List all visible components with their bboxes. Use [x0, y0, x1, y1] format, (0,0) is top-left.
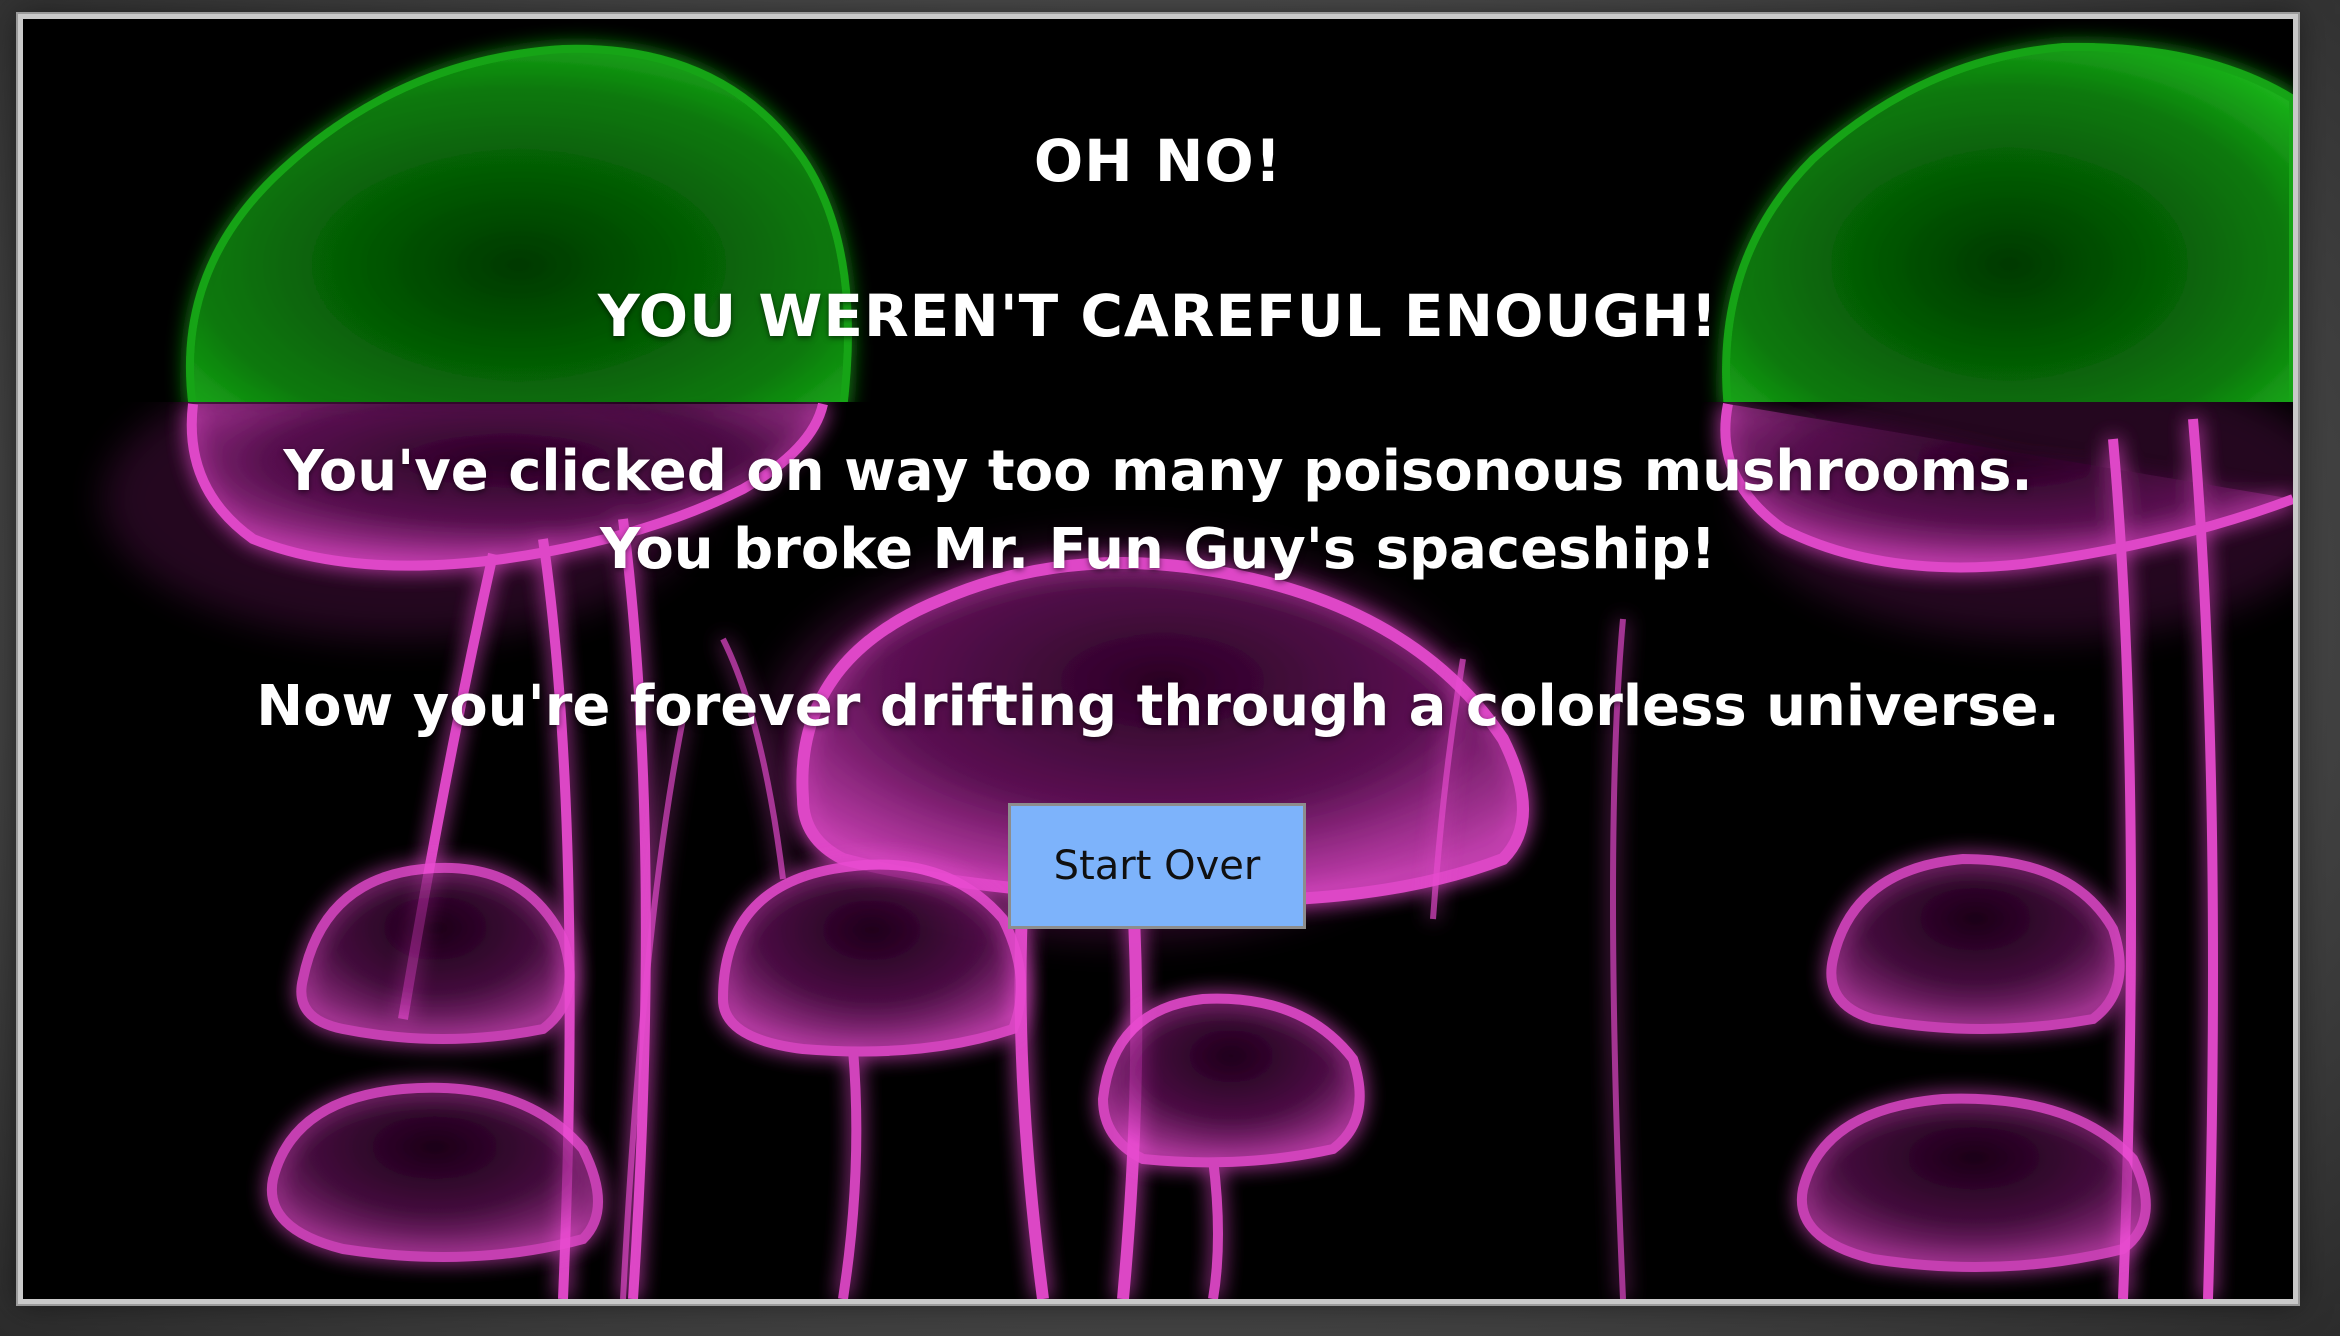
game-frame: OH NO! YOU WEREN'T CAREFUL ENOUGH! You'v… — [18, 14, 2298, 1304]
message-line-1: You've clicked on way too many poisonous… — [283, 439, 2033, 504]
game-over-headline: OH NO! — [1033, 127, 1283, 195]
start-over-button[interactable]: Start Over — [1008, 803, 1306, 929]
message-line-2: You broke Mr. Fun Guy's spaceship! — [599, 517, 1717, 582]
game-over-panel: OH NO! YOU WEREN'T CAREFUL ENOUGH! You'v… — [23, 19, 2293, 1299]
message-line-3: Now you're forever drifting through a co… — [256, 674, 2060, 739]
game-over-subheadline: YOU WEREN'T CAREFUL ENOUGH! — [597, 282, 1719, 350]
